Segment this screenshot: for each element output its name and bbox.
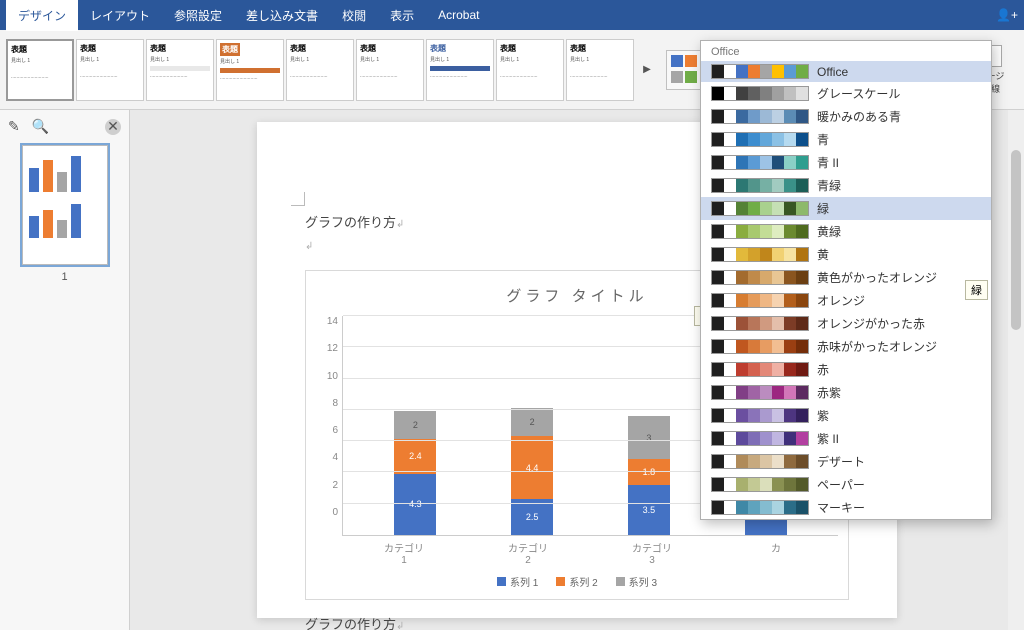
color-scheme-row[interactable]: ペーパー	[701, 473, 991, 496]
chart-x-axis: カテゴリ 1カテゴリ 2カテゴリ 3カ	[342, 536, 838, 566]
theme-thumbnail[interactable]: 表題見出し 1...........................	[426, 39, 494, 101]
chart-y-axis: 14121086420	[316, 316, 342, 536]
ribbon-tabs: デザイン レイアウト 参照設定 差し込み文書 校閲 表示 Acrobat 👤+	[0, 0, 1024, 30]
theme-gallery-more[interactable]: ▶	[640, 40, 654, 100]
theme-thumbnail[interactable]: 表題見出し 1...........................	[146, 39, 214, 101]
color-scheme-row[interactable]: 黄	[701, 243, 991, 266]
color-scheme-row[interactable]: 赤紫	[701, 381, 991, 404]
chart-legend: 系列 1系列 2系列 3	[316, 574, 838, 589]
theme-thumbnail[interactable]: 表題見出し 1...........................	[216, 39, 284, 101]
navigation-pane: ✎ 🔍 ✕ 1	[0, 110, 130, 630]
tab-acrobat[interactable]: Acrobat	[426, 1, 491, 29]
mini-chart-icon	[29, 198, 101, 238]
color-scheme-row[interactable]: 暖かみのある青	[701, 105, 991, 128]
theme-thumbnail[interactable]: 表題見出し 1...........................	[496, 39, 564, 101]
color-scheme-row[interactable]: 緑	[701, 197, 991, 220]
color-scheme-row[interactable]: 紫 II	[701, 427, 991, 450]
color-scheme-row[interactable]: 黄緑	[701, 220, 991, 243]
ribbon-share[interactable]: 👤+	[996, 8, 1018, 22]
body-heading-repeat: グラフの作り方↲	[305, 614, 849, 630]
page-corner-mark	[291, 192, 305, 206]
tab-design[interactable]: デザイン	[6, 0, 78, 31]
color-scheme-popup: Office Officeグレースケール暖かみのある青青青 II青緑緑黄緑黄黄色…	[700, 40, 992, 520]
color-scheme-row[interactable]: 青緑	[701, 174, 991, 197]
theme-thumbnail[interactable]: 表題見出し 1...........................	[286, 39, 354, 101]
color-scheme-row[interactable]: デザート	[701, 450, 991, 473]
color-scheme-row[interactable]: グレースケール	[701, 82, 991, 105]
theme-thumbnail[interactable]: 表題見出し 1...........................	[566, 39, 634, 101]
color-scheme-row[interactable]: 赤	[701, 358, 991, 381]
color-scheme-row[interactable]: 青 II	[701, 151, 991, 174]
tab-view[interactable]: 表示	[378, 0, 426, 31]
color-scheme-row[interactable]: 紫	[701, 404, 991, 427]
theme-thumbnail[interactable]: 表題見出し 1...........................	[356, 39, 424, 101]
chart-bar: 4.32.42	[394, 411, 436, 535]
chart-bar: 3.51.83	[628, 416, 670, 535]
nav-outline-icon[interactable]: ✎	[8, 118, 20, 135]
color-scheme-row[interactable]: 青	[701, 128, 991, 151]
page-number-label: 1	[8, 271, 121, 283]
color-scheme-row[interactable]: Office	[701, 61, 991, 82]
mini-chart-icon	[29, 152, 101, 192]
tab-references[interactable]: 参照設定	[162, 0, 234, 31]
color-scheme-row[interactable]: 赤味がかったオレンジ	[701, 335, 991, 358]
color-scheme-row[interactable]: オレンジがかった赤	[701, 312, 991, 335]
color-popup-header: Office	[701, 41, 991, 61]
tab-layout[interactable]: レイアウト	[78, 0, 162, 31]
nav-search-icon[interactable]: 🔍	[32, 118, 49, 135]
color-scheme-row[interactable]: マーキー	[701, 496, 991, 519]
color-scheme-row[interactable]: 黄色がかったオレンジ	[701, 266, 991, 289]
vertical-scrollbar[interactable]	[1008, 110, 1024, 630]
color-scheme-row[interactable]: オレンジ	[701, 289, 991, 312]
color-scheme-tooltip: 緑	[965, 280, 988, 300]
tab-mailings[interactable]: 差し込み文書	[234, 0, 330, 31]
page-thumbnail-1[interactable]	[22, 145, 108, 265]
theme-thumbnail[interactable]: 表題見出し 1...........................	[76, 39, 144, 101]
theme-thumbnail[interactable]: 表題見出し 1...........................	[6, 39, 74, 101]
nav-close-icon[interactable]: ✕	[105, 119, 121, 135]
tab-review[interactable]: 校閲	[330, 0, 378, 31]
